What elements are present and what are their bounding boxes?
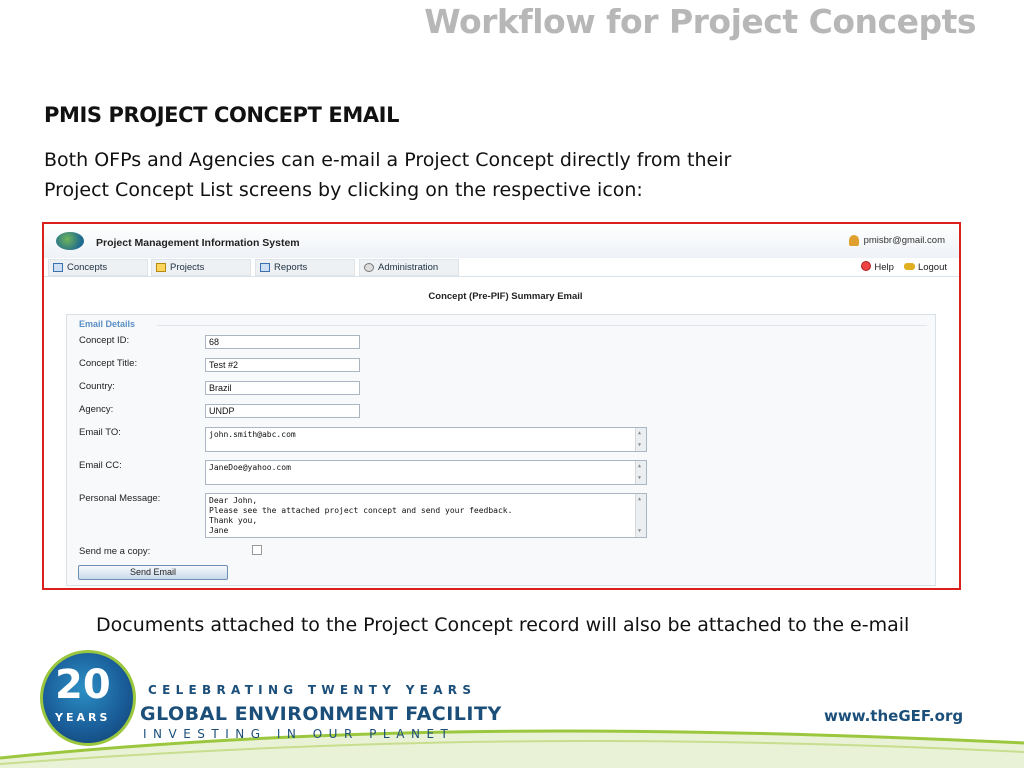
email-cc-field[interactable]: JaneDoe@yahoo.com [205, 460, 647, 485]
tab-label: Projects [170, 262, 205, 273]
gef-tagline-top: CELEBRATING TWENTY YEARS [148, 683, 477, 697]
scrollbar[interactable] [635, 428, 646, 451]
message-line: Dear John, [209, 496, 258, 505]
send-copy-checkbox[interactable] [252, 545, 262, 555]
tab-reports[interactable]: Reports [255, 259, 355, 276]
user-email: pmisbr@gmail.com [863, 235, 945, 246]
help-link[interactable]: Help [861, 261, 894, 273]
message-line: Please see the attached project concept … [209, 506, 513, 515]
help-label: Help [874, 262, 894, 273]
tab-administration[interactable]: Administration [359, 259, 459, 276]
tab-projects[interactable]: Projects [151, 259, 251, 276]
nav-right: Help Logout [861, 261, 947, 273]
country-field[interactable]: Brazil [205, 381, 360, 395]
concepts-icon [53, 263, 63, 272]
scrollbar[interactable] [635, 494, 646, 537]
pmis-screenshot: Project Management Information System pm… [42, 222, 961, 590]
logo-number: 20 [55, 662, 111, 708]
app-title: Project Management Information System [96, 237, 300, 249]
intro-text: Both OFPs and Agencies can e-mail a Proj… [44, 145, 844, 205]
agency-label: Agency: [79, 404, 114, 415]
intro-line: Project Concept List screens by clicking… [44, 179, 643, 201]
footer-note: Documents attached to the Project Concep… [96, 614, 910, 636]
country-label: Country: [79, 381, 115, 392]
gef-20-years-logo: 20 YEARS [40, 650, 136, 746]
email-to-label: Email TO: [79, 427, 121, 438]
tab-label: Administration [378, 262, 439, 273]
gef-name: GLOBAL ENVIRONMENT FACILITY [140, 703, 502, 725]
email-to-value: john.smith@abc.com [209, 430, 296, 439]
globe-logo-icon [56, 232, 84, 250]
key-icon [903, 262, 915, 270]
email-details-panel: Email Details Concept ID: 68 Concept Tit… [66, 314, 936, 586]
send-email-button[interactable]: Send Email [78, 565, 228, 580]
tab-concepts[interactable]: Concepts [48, 259, 148, 276]
legend-divider [157, 325, 927, 326]
section-heading: PMIS PROJECT CONCEPT EMAIL [44, 103, 400, 127]
projects-icon [156, 263, 166, 272]
email-cc-value: JaneDoe@yahoo.com [209, 463, 291, 472]
message-line: Thank you, [209, 516, 258, 525]
concept-id-field[interactable]: 68 [205, 335, 360, 349]
logout-link[interactable]: Logout [903, 261, 947, 273]
app-header: Project Management Information System pm… [44, 224, 959, 258]
tab-label: Concepts [67, 262, 108, 273]
user-area[interactable]: pmisbr@gmail.com [848, 235, 945, 246]
panel-legend: Email Details [79, 319, 136, 329]
tab-label: Reports [274, 262, 308, 273]
email-cc-label: Email CC: [79, 460, 122, 471]
intro-line: Both OFPs and Agencies can e-mail a Proj… [44, 149, 732, 171]
message-line: Jane [209, 526, 229, 535]
logout-label: Logout [917, 261, 947, 273]
agency-field[interactable]: UNDP [205, 404, 360, 418]
concept-title-field[interactable]: Test #2 [205, 358, 360, 372]
logo-years: YEARS [55, 711, 111, 724]
user-icon [848, 235, 859, 246]
send-copy-label: Send me a copy: [79, 546, 151, 557]
gear-icon [364, 263, 374, 272]
personal-message-field[interactable]: Dear John, Please see the attached proje… [205, 493, 647, 538]
page-heading: Concept (Pre-PIF) Summary Email [428, 291, 583, 302]
gef-url[interactable]: www.theGEF.org [824, 707, 963, 725]
concept-title-label: Concept Title: [79, 358, 138, 369]
scrollbar[interactable] [635, 461, 646, 484]
personal-message-label: Personal Message: [79, 493, 161, 504]
email-to-field[interactable]: john.smith@abc.com [205, 427, 647, 452]
nav-bar: Concepts Projects Reports Administration… [44, 258, 959, 277]
concept-id-label: Concept ID: [79, 335, 130, 346]
gef-tagline-bottom: INVESTING IN OUR PLANET [143, 727, 455, 741]
help-icon [861, 261, 872, 271]
reports-icon [260, 263, 270, 272]
slide-title: Workflow for Project Concepts [424, 2, 976, 41]
